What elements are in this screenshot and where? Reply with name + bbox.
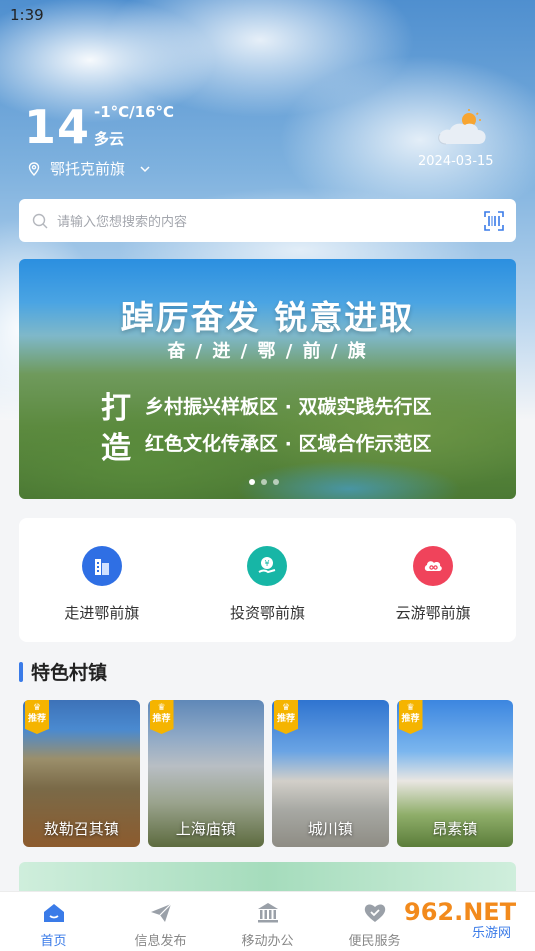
carousel-dot[interactable] <box>249 479 255 485</box>
crown-icon: ♛ <box>32 703 42 713</box>
banner-char-1: 打 <box>101 391 131 426</box>
featured-towns-list: ♛ 推荐 敖勒召其镇 ♛ 推荐 上海庙镇 ♛ 推荐 城川镇 ♛ 推荐 昂素镇 <box>23 700 513 847</box>
badge-label: 推荐 <box>152 714 171 724</box>
town-name: 上海庙镇 <box>175 820 236 838</box>
cloud-tour-icon <box>413 546 454 586</box>
watermark-text: 962.NET <box>404 898 517 926</box>
tab-label: 便民服务 <box>348 934 401 949</box>
weather-condition: 多云 <box>94 130 125 148</box>
quick-action-label: 云游鄂前旗 <box>395 604 471 622</box>
next-section-preview <box>19 862 516 892</box>
recommend-badge: ♛ 推荐 <box>398 700 423 734</box>
badge-label: 推荐 <box>27 714 46 724</box>
quick-action-explore[interactable]: 走进鄂前旗 <box>27 546 177 623</box>
location-name: 鄂托克前旗 <box>50 160 126 178</box>
watermark-logo: 962.NET 乐游网 <box>398 896 530 941</box>
watermark-subtext: 乐游网 <box>472 926 511 941</box>
promo-banner[interactable]: 踔厉奋发 锐意进取 奋 / 进 / 鄂 / 前 / 旗 打 造 乡村振兴样板区 … <box>19 259 516 499</box>
location-selector[interactable]: 鄂托克前旗 <box>28 158 151 179</box>
banner-subtitle: 奋 / 进 / 鄂 / 前 / 旗 <box>167 341 368 362</box>
town-name: 敖勒召其镇 <box>43 820 119 838</box>
scan-icon[interactable] <box>484 210 504 231</box>
carousel-dot[interactable] <box>261 479 267 485</box>
recommend-badge: ♛ 推荐 <box>149 700 174 734</box>
send-icon <box>150 903 171 922</box>
recommend-badge: ♛ 推荐 <box>274 700 298 734</box>
tab-label: 首页 <box>40 934 67 949</box>
town-card[interactable]: ♛ 推荐 敖勒召其镇 <box>23 700 140 847</box>
building-icon <box>81 546 122 586</box>
recommend-badge: ♛ 推荐 <box>25 700 49 734</box>
weather-date: 2024-03-15 <box>418 154 494 169</box>
svg-text:¥: ¥ <box>265 559 270 568</box>
badge-label: 推荐 <box>276 714 295 724</box>
tab-office[interactable]: 移动办公 <box>214 892 321 951</box>
home-icon <box>43 904 64 922</box>
status-bar-time: 1:39 <box>10 6 44 24</box>
banner-line-2: 红色文化传承区 · 区域合作示范区 <box>145 433 432 455</box>
quick-action-label: 走进鄂前旗 <box>64 604 140 622</box>
crown-icon: ♛ <box>157 703 166 713</box>
banner-char-2: 造 <box>101 431 131 466</box>
town-card[interactable]: ♛ 推荐 上海庙镇 <box>147 700 264 847</box>
town-card[interactable]: ♛ 推荐 城川镇 <box>272 700 389 847</box>
badge-label: 推荐 <box>401 714 420 724</box>
temperature-range: -1°C/16°C <box>94 103 175 121</box>
banner-title: 踔厉奋发 锐意进取 <box>120 298 415 337</box>
quick-action-invest[interactable]: ¥ 投资鄂前旗 <box>192 546 342 623</box>
tab-label: 移动办公 <box>241 934 294 949</box>
carousel-indicator <box>249 479 279 485</box>
town-name: 昂素镇 <box>432 820 478 838</box>
cloud-sun-icon <box>438 109 486 145</box>
banner-line-1: 乡村振兴样板区 · 双碳实践先行区 <box>145 396 432 418</box>
crown-icon: ♛ <box>281 703 291 713</box>
temperature: 14 <box>24 100 91 154</box>
tab-home[interactable]: 首页 <box>0 892 107 951</box>
town-name: 城川镇 <box>307 820 353 838</box>
section-title: 特色村镇 <box>31 662 108 684</box>
tab-news[interactable]: 信息发布 <box>107 892 214 951</box>
crown-icon: ♛ <box>406 703 415 713</box>
invest-icon: ¥ <box>247 546 288 586</box>
search-placeholder: 请输入您想搜索的内容 <box>57 215 188 230</box>
search-icon <box>32 213 48 228</box>
location-pin-icon <box>28 161 40 176</box>
tab-label: 信息发布 <box>134 934 187 949</box>
heart-icon <box>364 904 385 922</box>
chevron-down-icon <box>140 165 150 172</box>
quick-action-label: 投资鄂前旗 <box>229 604 305 622</box>
town-card[interactable]: ♛ 推荐 昂素镇 <box>396 700 513 847</box>
section-accent-bar <box>19 661 23 682</box>
search-bar[interactable]: 请输入您想搜索的内容 <box>19 199 516 242</box>
section-header: 特色村镇 <box>19 658 107 685</box>
bank-icon <box>257 903 278 923</box>
quick-actions-card: 走进鄂前旗 ¥ 投资鄂前旗 云游鄂前旗 <box>19 518 516 642</box>
quick-action-cloud-tour[interactable]: 云游鄂前旗 <box>358 546 508 623</box>
carousel-dot[interactable] <box>273 479 279 485</box>
